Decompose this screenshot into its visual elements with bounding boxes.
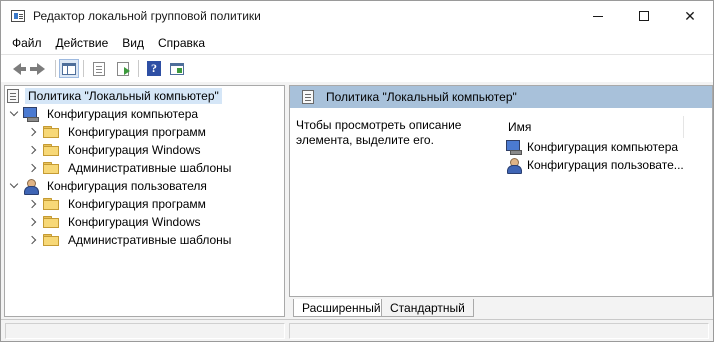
tree-item-user-config[interactable]: Конфигурация пользователя xyxy=(9,177,210,195)
details-header-title: Политика "Локальный компьютер" xyxy=(326,90,517,104)
expand-toggle[interactable] xyxy=(27,127,39,137)
export-list-button[interactable] xyxy=(113,59,133,78)
computer-icon xyxy=(506,140,522,155)
back-arrow-icon xyxy=(13,62,26,75)
expand-toggle[interactable] xyxy=(27,235,39,245)
chevron-right-icon xyxy=(27,199,37,209)
chevron-right-icon xyxy=(27,217,37,227)
expand-toggle[interactable] xyxy=(27,217,39,227)
chevron-right-icon xyxy=(27,145,37,155)
status-bar xyxy=(1,319,713,341)
tree-item-label: Конфигурация Windows xyxy=(68,143,201,157)
toolbar: ? xyxy=(1,54,713,82)
maximize-button[interactable] xyxy=(621,1,667,31)
view-tabs: Расширенный Стандартный xyxy=(289,297,713,317)
chevron-right-icon xyxy=(27,127,37,137)
description-text: Чтобы просмотреть описание элемента, выд… xyxy=(296,118,462,147)
tree-pane[interactable]: Политика "Локальный компьютер" Конфигура… xyxy=(4,85,285,317)
minimize-icon xyxy=(593,15,603,17)
toolbar-separator xyxy=(83,60,84,77)
menu-bar: Файл Действие Вид Справка xyxy=(1,31,713,54)
expand-toggle[interactable] xyxy=(9,107,19,119)
app-icon xyxy=(11,10,25,22)
folder-icon xyxy=(43,162,59,174)
policy-doc-icon xyxy=(7,89,19,103)
list-item-label: Конфигурация пользовате... xyxy=(527,158,684,172)
tree-item-label: Конфигурация пользователя xyxy=(47,179,207,193)
maximize-icon xyxy=(639,11,649,21)
tree-item-label: Административные шаблоны xyxy=(68,233,232,247)
list-item-computer-config[interactable]: Конфигурация компьютера xyxy=(506,138,678,156)
tree-item-computer-admin-templates[interactable]: Административные шаблоны xyxy=(27,159,234,177)
status-cell xyxy=(5,323,285,339)
tree-item-computer-software[interactable]: Конфигурация программ xyxy=(27,123,209,141)
status-cell xyxy=(289,323,709,339)
expand-toggle[interactable] xyxy=(27,199,39,209)
menu-view[interactable]: Вид xyxy=(116,36,152,50)
tab-extended[interactable]: Расширенный xyxy=(293,299,390,317)
folder-icon xyxy=(43,198,59,210)
toolbar-separator xyxy=(55,60,56,77)
help-icon: ? xyxy=(147,61,161,76)
title-bar[interactable]: Редактор локальной групповой политики ✕ xyxy=(1,1,713,31)
folder-icon xyxy=(43,234,59,246)
policy-doc-icon xyxy=(302,90,314,104)
folder-icon xyxy=(43,144,59,156)
expand-toggle[interactable] xyxy=(9,179,19,191)
minimize-button[interactable] xyxy=(575,1,621,31)
tree-item-computer-config[interactable]: Конфигурация компьютера xyxy=(9,105,201,123)
chevron-down-icon xyxy=(9,107,19,117)
tree-item-user-windows[interactable]: Конфигурация Windows xyxy=(27,213,204,231)
menu-action[interactable]: Действие xyxy=(50,36,117,50)
close-button[interactable]: ✕ xyxy=(667,1,713,31)
details-header: Политика "Локальный компьютер" xyxy=(290,86,712,108)
export-list-icon xyxy=(117,61,130,76)
list-item-user-config[interactable]: Конфигурация пользовате... xyxy=(506,156,684,174)
menu-help[interactable]: Справка xyxy=(152,36,213,50)
menu-file[interactable]: Файл xyxy=(6,36,50,50)
tree-item-label: Конфигурация программ xyxy=(68,197,206,211)
tree-item-root[interactable]: Политика "Локальный компьютер" xyxy=(7,87,222,105)
properties-icon xyxy=(93,61,105,76)
tree-item-user-software[interactable]: Конфигурация программ xyxy=(27,195,209,213)
show-tree-button[interactable] xyxy=(59,59,79,78)
details-pane: Политика "Локальный компьютер" Чтобы про… xyxy=(289,85,713,297)
properties-button[interactable] xyxy=(89,59,109,78)
view-icon xyxy=(170,62,184,75)
tree-item-user-admin-templates[interactable]: Административные шаблоны xyxy=(27,231,234,249)
forward-arrow-icon xyxy=(30,62,45,75)
chevron-down-icon xyxy=(9,179,19,189)
list-item-label: Конфигурация компьютера xyxy=(527,140,679,154)
show-tree-icon xyxy=(62,62,76,75)
folder-icon xyxy=(43,126,59,138)
chevron-right-icon xyxy=(27,163,37,173)
tree-item-label: Политика "Локальный компьютер" xyxy=(25,88,222,104)
help-button[interactable]: ? xyxy=(144,59,164,78)
window-title: Редактор локальной групповой политики xyxy=(33,9,261,23)
tree-item-label: Конфигурация программ xyxy=(68,125,206,139)
expand-toggle[interactable] xyxy=(27,145,39,155)
window: Редактор локальной групповой политики ✕ … xyxy=(0,0,714,342)
back-button[interactable] xyxy=(7,59,27,78)
chevron-right-icon xyxy=(27,235,37,245)
column-header-name[interactable]: Имя xyxy=(504,116,684,138)
user-icon xyxy=(506,158,522,174)
tree-item-computer-windows[interactable]: Конфигурация Windows xyxy=(27,141,204,159)
forward-button[interactable] xyxy=(30,59,51,78)
folder-icon xyxy=(43,216,59,228)
user-icon xyxy=(23,179,39,195)
tab-standard[interactable]: Стандартный xyxy=(381,299,474,317)
computer-icon xyxy=(23,107,39,122)
expand-toggle[interactable] xyxy=(27,163,39,173)
tree-item-label: Конфигурация компьютера xyxy=(47,107,199,121)
tree-item-label: Административные шаблоны xyxy=(68,161,232,175)
view-button[interactable] xyxy=(167,59,187,78)
toolbar-separator xyxy=(138,60,139,77)
close-icon: ✕ xyxy=(684,7,696,24)
tree-item-label: Конфигурация Windows xyxy=(68,215,201,229)
